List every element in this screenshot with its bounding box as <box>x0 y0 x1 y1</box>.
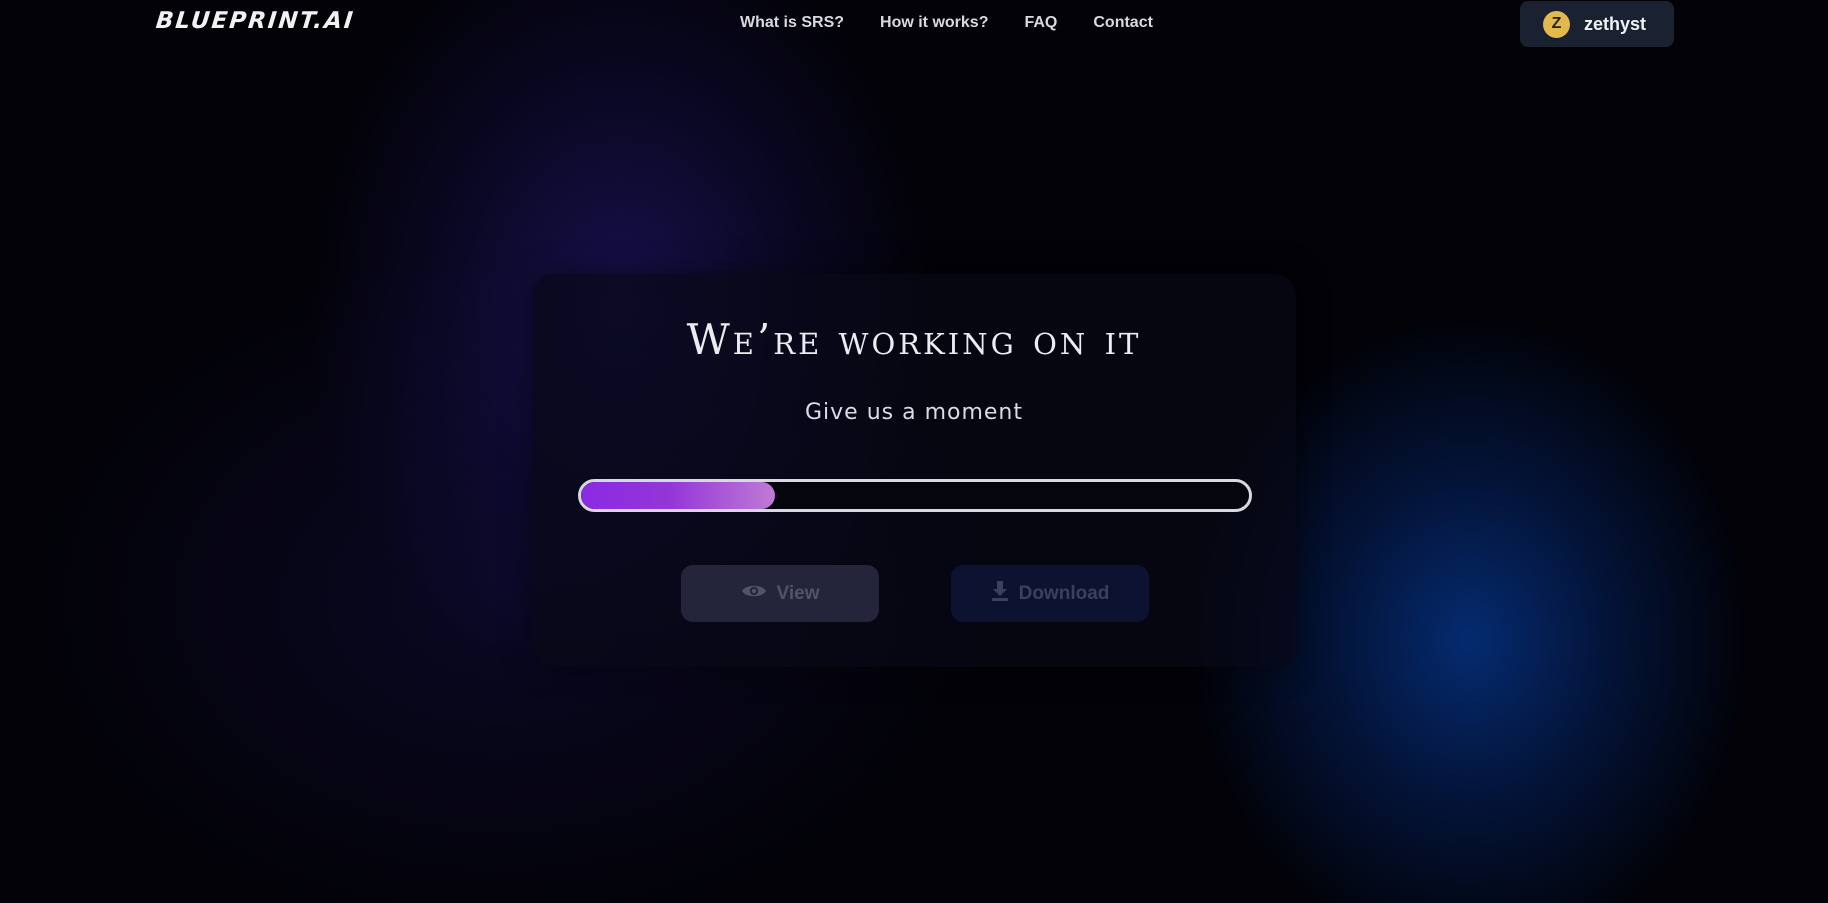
user-menu-button[interactable]: Z zethyst <box>1520 1 1674 47</box>
page-background: BLUEPRINT.AI What is SRS? How it works? … <box>0 0 1828 903</box>
nav-link-faq[interactable]: FAQ <box>1024 14 1057 32</box>
nav-link-what-is-srs[interactable]: What is SRS? <box>740 14 844 32</box>
view-button-label: View <box>776 582 820 604</box>
progress-bar-fill <box>581 482 775 509</box>
nav-link-how-it-works[interactable]: How it works? <box>880 14 988 32</box>
view-button[interactable]: View <box>681 565 879 622</box>
download-button-label: Download <box>1018 582 1110 604</box>
brand-logo[interactable]: BLUEPRINT.AI <box>155 8 356 34</box>
status-title: We’re working on it <box>686 315 1142 364</box>
download-button[interactable]: Download <box>951 565 1149 622</box>
nav-link-contact[interactable]: Contact <box>1093 14 1153 32</box>
username: zethyst <box>1584 13 1647 34</box>
progress-bar <box>578 479 1252 512</box>
status-subtitle: Give us a moment <box>804 400 1023 425</box>
eye-icon <box>741 582 777 606</box>
nav-links: What is SRS? How it works? FAQ Contact <box>740 14 1153 32</box>
top-navbar: BLUEPRINT.AI What is SRS? How it works? … <box>0 0 1828 52</box>
avatar: Z <box>1543 10 1570 38</box>
download-icon <box>991 580 1019 608</box>
